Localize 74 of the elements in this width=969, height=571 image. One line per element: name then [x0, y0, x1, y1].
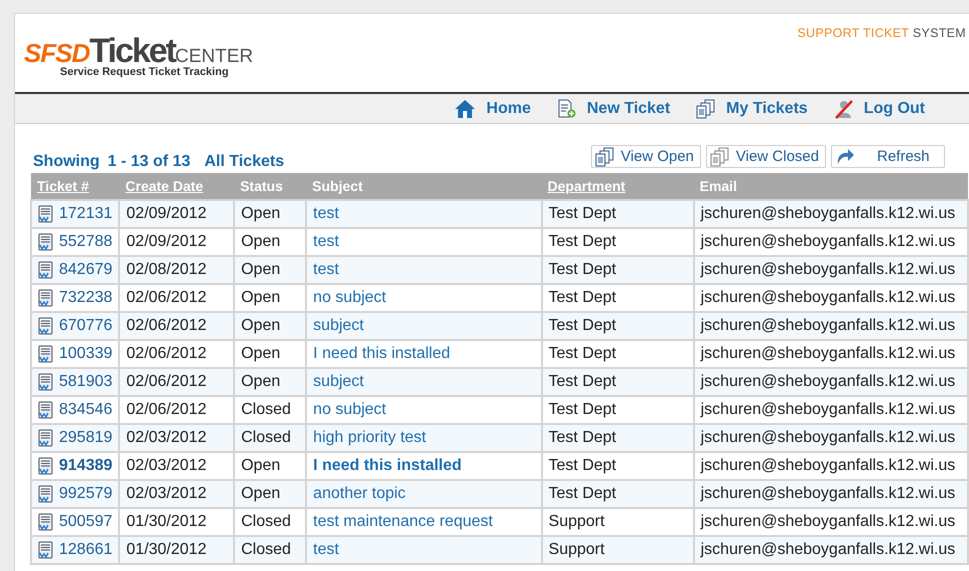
table-cell: 02/09/2012	[119, 200, 234, 228]
table-cell: Test Dept	[542, 480, 694, 508]
table-cell: 02/08/2012	[119, 256, 234, 284]
subject-link[interactable]: test	[313, 233, 339, 250]
nav-link[interactable]: New Ticket	[556, 98, 670, 118]
table-cell: 02/06/2012	[119, 312, 234, 340]
subject-link[interactable]: no subject	[313, 289, 386, 306]
ticket-icon	[38, 457, 54, 475]
toolbar-button[interactable]: Refresh	[831, 145, 945, 168]
nav-link[interactable]: Home	[454, 98, 531, 118]
ticket-icon	[38, 289, 54, 307]
table-cell: jschuren@sheboyganfalls.k12.wi.us	[694, 312, 968, 340]
table-cell: Open	[234, 200, 306, 228]
refresh-icon	[835, 148, 855, 166]
table-cell: Test Dept	[542, 200, 694, 228]
column-header: Email	[694, 173, 968, 200]
logo-brand: SFSD	[24, 40, 90, 66]
ticket-icon	[38, 205, 54, 223]
table-cell: jschuren@sheboyganfalls.k12.wi.us	[694, 424, 968, 452]
table-cell: 01/30/2012	[119, 536, 234, 564]
ticket-icon	[38, 485, 54, 503]
ticket-icon	[38, 373, 54, 391]
table-cell: Open	[234, 368, 306, 396]
toolbar-button[interactable]: View Open	[590, 145, 701, 168]
table-cell: jschuren@sheboyganfalls.k12.wi.us	[694, 256, 968, 284]
documents-icon	[710, 146, 730, 166]
toolbar-button[interactable]: View Closed	[706, 145, 826, 168]
table-cell: Open	[234, 480, 306, 508]
ticket-icon	[38, 429, 54, 447]
ticket-icon	[38, 233, 54, 251]
home-icon	[454, 98, 476, 118]
table-cell: Test Dept	[542, 256, 694, 284]
ticket-icon	[38, 261, 54, 279]
system-label: SUPPORT TICKET SYSTEM	[797, 25, 966, 42]
table-cell: 02/03/2012	[119, 480, 234, 508]
logo-title: Ticket	[89, 34, 175, 68]
table-cell: jschuren@sheboyganfalls.k12.wi.us	[694, 368, 968, 396]
table-cell: Support	[542, 536, 694, 564]
subject-link[interactable]: subject	[313, 373, 364, 390]
ticket-icon	[38, 345, 54, 363]
nav-link[interactable]: My Tickets	[696, 98, 808, 118]
table-cell: Test Dept	[542, 312, 694, 340]
person-crossed-icon	[834, 98, 854, 118]
logo-suffix: CENTER	[175, 47, 254, 66]
showing-label: Showing	[33, 153, 100, 171]
ticket-icon	[38, 401, 54, 419]
table-cell: jschuren@sheboyganfalls.k12.wi.us	[694, 536, 968, 564]
ticket-icon	[38, 541, 54, 559]
documents-icon	[696, 98, 716, 118]
table-cell: 02/03/2012	[119, 424, 234, 452]
table-cell: Test Dept	[542, 424, 694, 452]
subject-link[interactable]: subject	[313, 317, 364, 334]
table-cell: Test Dept	[542, 368, 694, 396]
column-header: Subject	[306, 173, 542, 200]
filter-label: All Tickets	[204, 153, 284, 171]
table-cell: Open	[234, 312, 306, 340]
subject-link[interactable]: test	[313, 541, 339, 558]
documents-icon	[594, 146, 615, 166]
table-cell: Open	[234, 256, 306, 284]
subject-link[interactable]: test	[313, 261, 339, 278]
column-header: Status	[234, 173, 306, 200]
ticket-icon	[38, 317, 54, 335]
subject-link[interactable]: test	[313, 205, 339, 222]
result-range: 1 - 13 of 13	[108, 153, 190, 171]
logo-tagline: Service Request Ticket Tracking	[60, 66, 230, 78]
table-cell: jschuren@sheboyganfalls.k12.wi.us	[694, 200, 968, 228]
ticket-icon	[38, 513, 54, 531]
document-plus-icon	[556, 98, 577, 118]
table-cell: Closed	[234, 536, 306, 564]
table-cell: Closed	[234, 424, 306, 452]
nav-link[interactable]: Log Out	[834, 98, 925, 118]
subject-link[interactable]: no subject	[313, 401, 386, 418]
table-cell: 02/06/2012	[119, 368, 234, 396]
table-cell: jschuren@sheboyganfalls.k12.wi.us	[694, 480, 968, 508]
